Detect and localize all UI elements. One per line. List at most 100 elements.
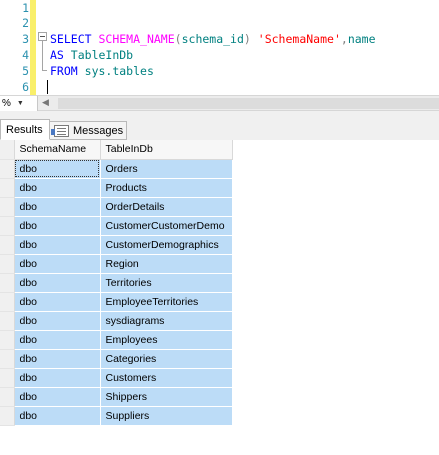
row-header[interactable] xyxy=(0,349,15,369)
line-number: 1 xyxy=(22,1,29,15)
row-header[interactable] xyxy=(0,178,15,198)
cell-schemaname[interactable]: dbo xyxy=(14,178,101,198)
keyword-from: FROM xyxy=(50,64,78,78)
scroll-left-icon[interactable]: ◀ xyxy=(42,97,49,108)
table-row[interactable]: dbo CustomerCustomerDemo xyxy=(0,216,233,236)
cell-schemaname[interactable]: dbo xyxy=(14,197,101,217)
grid-body: dbo Orders dbo Products dbo OrderDetails dbo Cu… xyxy=(0,159,233,426)
tab-messages-label: Messages xyxy=(73,124,124,137)
cell-tableindb[interactable]: EmployeeTerritories xyxy=(100,292,233,312)
paren-close: ) xyxy=(243,32,251,46)
column-name: name xyxy=(347,32,376,46)
table-row[interactable]: dbo Categories xyxy=(0,349,233,369)
table-row[interactable]: dbo Customers xyxy=(0,368,233,388)
table-row[interactable]: dbo Suppliers xyxy=(0,406,233,426)
cell-schemaname[interactable]: dbo xyxy=(14,311,101,331)
zoom-value: % xyxy=(2,98,11,109)
cell-schemaname[interactable]: dbo xyxy=(14,368,101,388)
row-header[interactable] xyxy=(0,197,15,217)
cell-schemaname[interactable]: dbo xyxy=(14,235,101,255)
line-number: 5 xyxy=(22,64,29,78)
cell-tableindb[interactable]: CustomerDemographics xyxy=(100,235,233,255)
code-line-5[interactable]: FROM sys.tables xyxy=(50,63,154,79)
grid-header-row: SchemaName TableInDb xyxy=(0,140,233,160)
row-header[interactable] xyxy=(0,235,15,255)
table-row[interactable]: dbo sysdiagrams xyxy=(0,311,233,331)
cell-tableindb[interactable]: Products xyxy=(100,178,233,198)
code-line-3[interactable]: SELECT SCHEMA_NAME(schema_id) 'SchemaNam… xyxy=(50,31,376,47)
cell-schemaname[interactable]: dbo xyxy=(14,216,101,236)
editor-status-strip: % ▼ ◀ xyxy=(0,95,439,111)
string-literal: 'SchemaName' xyxy=(257,32,341,46)
cell-tableindb[interactable]: sysdiagrams xyxy=(100,311,233,331)
keyword-as: AS xyxy=(50,48,64,62)
chevron-down-icon[interactable]: ▼ xyxy=(17,100,24,107)
tab-results[interactable]: Results xyxy=(0,119,50,140)
row-header[interactable] xyxy=(0,292,15,312)
query-editor[interactable]: 1 2 3 4 5 6 SELECT SCHEMA_NAME(schema_id… xyxy=(0,0,439,95)
cell-schemaname[interactable]: dbo xyxy=(14,273,101,293)
row-header[interactable] xyxy=(0,330,15,350)
row-header[interactable] xyxy=(0,368,15,388)
tab-results-label: Results xyxy=(6,123,43,136)
cell-tableindb[interactable]: Customers xyxy=(100,368,233,388)
results-tab-strip: Messages Results xyxy=(0,111,439,140)
text-caret xyxy=(47,80,48,94)
row-header[interactable] xyxy=(0,311,15,331)
cell-tableindb[interactable]: CustomerCustomerDemo xyxy=(100,216,233,236)
cell-schemaname[interactable]: dbo xyxy=(14,292,101,312)
zoom-dropdown[interactable]: % ▼ xyxy=(0,96,38,111)
column-header-schemaname[interactable]: SchemaName xyxy=(14,140,101,160)
row-header[interactable] xyxy=(0,159,15,179)
table-row[interactable]: dbo OrderDetails xyxy=(0,197,233,217)
collapse-region-icon[interactable] xyxy=(38,32,47,41)
cell-schemaname[interactable]: dbo xyxy=(14,159,101,179)
outline-guide xyxy=(42,41,43,71)
table-row[interactable]: dbo CustomerDemographics xyxy=(0,235,233,255)
row-header[interactable] xyxy=(0,387,15,407)
line-number-gutter: 1 2 3 4 5 6 xyxy=(0,0,30,95)
change-tracking-bar xyxy=(30,0,36,95)
tab-messages[interactable]: Messages xyxy=(49,121,127,140)
messages-icon xyxy=(51,124,69,137)
table-row[interactable]: dbo Shippers xyxy=(0,387,233,407)
grid-corner[interactable] xyxy=(0,140,15,160)
table-row[interactable]: dbo EmployeeTerritories xyxy=(0,292,233,312)
cell-tableindb[interactable]: Territories xyxy=(100,273,233,293)
row-header[interactable] xyxy=(0,406,15,426)
line-number: 3 xyxy=(22,32,29,46)
keyword-select: SELECT xyxy=(50,32,92,46)
cell-tableindb[interactable]: Employees xyxy=(100,330,233,350)
cell-tableindb[interactable]: OrderDetails xyxy=(100,197,233,217)
table-row[interactable]: dbo Employees xyxy=(0,330,233,350)
cell-tableindb[interactable]: Categories xyxy=(100,349,233,369)
cell-tableindb[interactable]: Shippers xyxy=(100,387,233,407)
comma: , xyxy=(340,32,348,46)
code-line-4[interactable]: AS TableInDb xyxy=(50,47,133,63)
table-row[interactable]: dbo Territories xyxy=(0,273,233,293)
cell-schemaname[interactable]: dbo xyxy=(14,406,101,426)
cell-schemaname[interactable]: dbo xyxy=(14,330,101,350)
table-row[interactable]: dbo Products xyxy=(0,178,233,198)
cell-tableindb[interactable]: Orders xyxy=(100,159,233,179)
column-header-tableindb[interactable]: TableInDb xyxy=(100,140,233,160)
cell-schemaname[interactable]: dbo xyxy=(14,387,101,407)
results-grid-area: SchemaName TableInDb dbo Orders dbo Product… xyxy=(0,140,439,455)
alias-name: TableInDb xyxy=(70,48,134,62)
table-row[interactable]: dbo Region xyxy=(0,254,233,274)
cell-schemaname[interactable]: dbo xyxy=(14,349,101,369)
row-header[interactable] xyxy=(0,254,15,274)
results-grid[interactable]: SchemaName TableInDb dbo Orders dbo Product… xyxy=(0,140,233,426)
cell-tableindb[interactable]: Region xyxy=(100,254,233,274)
row-header[interactable] xyxy=(0,273,15,293)
line-number: 4 xyxy=(22,48,29,62)
line-number: 6 xyxy=(22,80,29,94)
function-argument: schema_id xyxy=(181,32,244,46)
function-schema-name: SCHEMA_NAME xyxy=(98,32,175,46)
table-name: sys.tables xyxy=(84,64,154,78)
table-row[interactable]: dbo Orders xyxy=(0,159,233,179)
cell-tableindb[interactable]: Suppliers xyxy=(100,406,233,426)
row-header[interactable] xyxy=(0,216,15,236)
horizontal-scrollbar[interactable] xyxy=(58,98,439,109)
cell-schemaname[interactable]: dbo xyxy=(14,254,101,274)
